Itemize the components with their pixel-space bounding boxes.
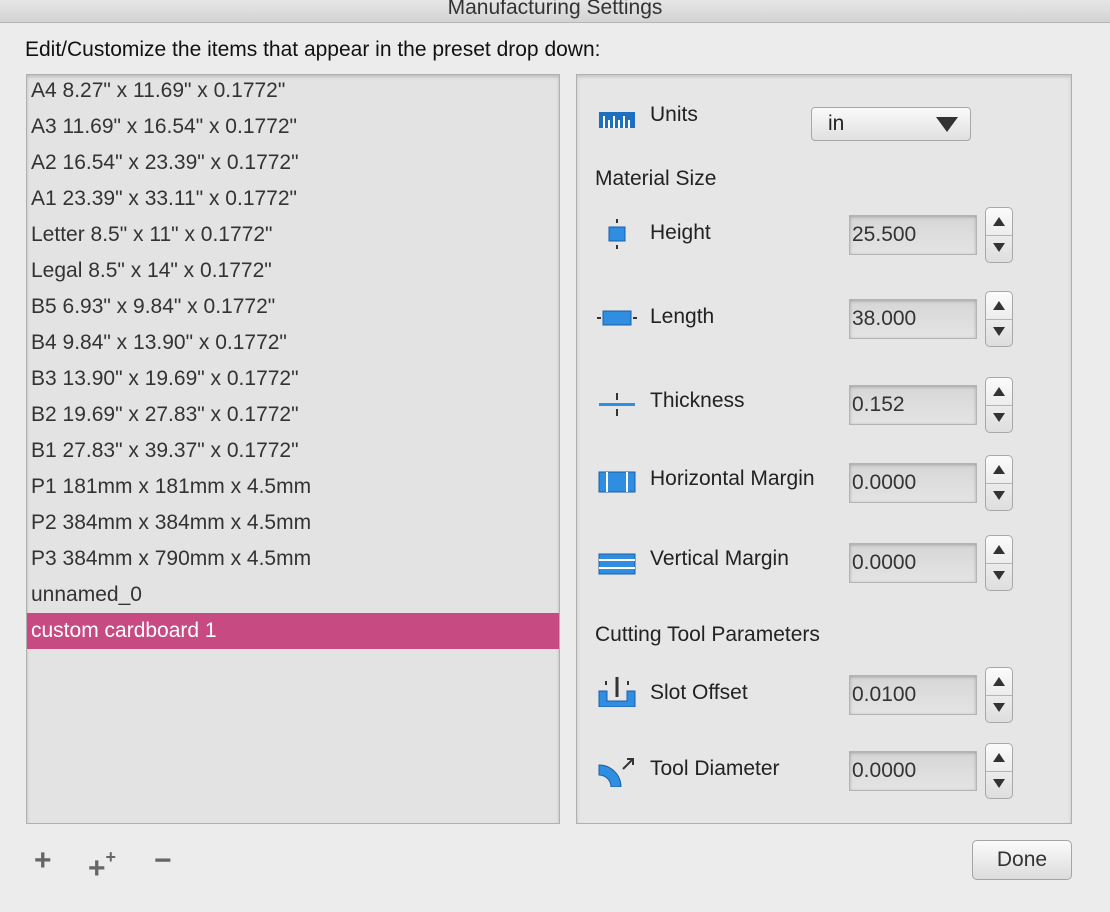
cutting-tool-heading: Cutting Tool Parameters bbox=[595, 623, 820, 646]
done-button[interactable]: Done bbox=[972, 840, 1072, 880]
preset-list[interactable]: A4 8.27" x 11.69" x 0.1772" A3 11.69" x … bbox=[26, 74, 560, 824]
remove-preset-button[interactable]: − bbox=[154, 846, 172, 876]
arrow-up-icon bbox=[993, 677, 1005, 686]
arrow-up-icon bbox=[993, 217, 1005, 226]
arrow-up-icon bbox=[993, 301, 1005, 310]
add-multiple-presets-button[interactable]: ++ bbox=[88, 846, 116, 884]
list-item[interactable]: Letter 8.5" x 11" x 0.1772" bbox=[27, 217, 559, 253]
list-item[interactable]: P1 181mm x 181mm x 4.5mm bbox=[27, 469, 559, 505]
thickness-stepper[interactable] bbox=[985, 377, 1013, 433]
list-item-selected[interactable]: custom cardboard 1 bbox=[27, 613, 559, 649]
length-icon bbox=[597, 310, 637, 326]
slot-offset-decrement-button[interactable] bbox=[986, 695, 1012, 722]
list-item[interactable]: A1 23.39" x 33.11" x 0.1772" bbox=[27, 181, 559, 217]
tool-diameter-label: Tool Diameter bbox=[650, 757, 780, 780]
units-label: Units bbox=[650, 103, 698, 126]
horizontal-margin-icon bbox=[598, 471, 636, 493]
arrow-down-icon bbox=[993, 327, 1005, 336]
chevron-down-icon bbox=[936, 117, 958, 132]
arrow-up-icon bbox=[993, 753, 1005, 762]
slot-offset-icon bbox=[598, 677, 636, 707]
height-decrement-button[interactable] bbox=[986, 235, 1012, 262]
arrow-up-icon bbox=[993, 387, 1005, 396]
title-bar: Manufacturing Settings bbox=[0, 0, 1110, 23]
window-title: Manufacturing Settings bbox=[447, 0, 663, 19]
length-label: Length bbox=[650, 305, 715, 328]
tool-diameter-input[interactable]: 0.0000 bbox=[849, 751, 977, 791]
slot-offset-increment-button[interactable] bbox=[986, 668, 1012, 696]
plus-icon: + bbox=[88, 852, 106, 885]
vertical-margin-label: Vertical Margin bbox=[650, 547, 789, 570]
arrow-down-icon bbox=[993, 243, 1005, 252]
list-item[interactable]: B5 6.93" x 9.84" x 0.1772" bbox=[27, 289, 559, 325]
list-item[interactable]: unnamed_0 bbox=[27, 577, 559, 613]
list-item[interactable]: B2 19.69" x 27.83" x 0.1772" bbox=[27, 397, 559, 433]
vertical-margin-input[interactable]: 0.0000 bbox=[849, 543, 977, 583]
thickness-increment-button[interactable] bbox=[986, 378, 1012, 406]
tool-diameter-icon bbox=[598, 758, 634, 787]
list-item[interactable]: B3 13.90" x 19.69" x 0.1772" bbox=[27, 361, 559, 397]
plus-superscript-icon: + bbox=[105, 847, 117, 867]
horizontal-margin-stepper[interactable] bbox=[985, 455, 1013, 511]
length-stepper[interactable] bbox=[985, 291, 1013, 347]
horizontal-margin-input[interactable]: 0.0000 bbox=[849, 463, 977, 503]
length-increment-button[interactable] bbox=[986, 292, 1012, 320]
tool-diameter-stepper[interactable] bbox=[985, 743, 1013, 799]
thickness-input[interactable]: 0.152 bbox=[849, 385, 977, 425]
horizontal-margin-increment-button[interactable] bbox=[986, 456, 1012, 484]
vertical-margin-decrement-button[interactable] bbox=[986, 563, 1012, 590]
slot-offset-input[interactable]: 0.0100 bbox=[849, 675, 977, 715]
units-select[interactable]: in bbox=[811, 107, 971, 141]
tool-diameter-decrement-button[interactable] bbox=[986, 771, 1012, 798]
ruler-icon bbox=[599, 112, 635, 128]
arrow-down-icon bbox=[993, 779, 1005, 788]
arrow-down-icon bbox=[993, 571, 1005, 580]
slot-offset-label: Slot Offset bbox=[650, 681, 748, 704]
vertical-margin-icon bbox=[598, 553, 636, 575]
arrow-down-icon bbox=[993, 413, 1005, 422]
length-decrement-button[interactable] bbox=[986, 319, 1012, 346]
height-input[interactable]: 25.500 bbox=[849, 215, 977, 255]
thickness-label: Thickness bbox=[650, 389, 745, 412]
settings-panel: Units in Material Size Height 25.500 Len… bbox=[576, 74, 1072, 824]
arrow-down-icon bbox=[993, 703, 1005, 712]
add-preset-button[interactable]: + bbox=[34, 846, 52, 876]
height-label: Height bbox=[650, 221, 711, 244]
units-value: in bbox=[828, 112, 845, 135]
height-stepper[interactable] bbox=[985, 207, 1013, 263]
list-item[interactable]: B1 27.83" x 39.37" x 0.1772" bbox=[27, 433, 559, 469]
list-item[interactable]: A2 16.54" x 23.39" x 0.1772" bbox=[27, 145, 559, 181]
height-icon bbox=[608, 219, 626, 249]
list-item[interactable]: B4 9.84" x 13.90" x 0.1772" bbox=[27, 325, 559, 361]
tool-diameter-increment-button[interactable] bbox=[986, 744, 1012, 772]
material-size-heading: Material Size bbox=[595, 167, 717, 190]
arrow-down-icon bbox=[993, 491, 1005, 500]
list-item[interactable]: A3 11.69" x 16.54" x 0.1772" bbox=[27, 109, 559, 145]
height-increment-button[interactable] bbox=[986, 208, 1012, 236]
arrow-up-icon bbox=[993, 545, 1005, 554]
list-item[interactable]: Legal 8.5" x 14" x 0.1772" bbox=[27, 253, 559, 289]
list-item[interactable]: P3 384mm x 790mm x 4.5mm bbox=[27, 541, 559, 577]
horizontal-margin-decrement-button[interactable] bbox=[986, 483, 1012, 510]
thickness-decrement-button[interactable] bbox=[986, 405, 1012, 432]
thickness-icon bbox=[599, 393, 635, 416]
list-item[interactable]: P2 384mm x 384mm x 4.5mm bbox=[27, 505, 559, 541]
length-input[interactable]: 38.000 bbox=[849, 299, 977, 339]
horizontal-margin-label: Horizontal Margin bbox=[650, 467, 815, 490]
arrow-up-icon bbox=[993, 465, 1005, 474]
slot-offset-stepper[interactable] bbox=[985, 667, 1013, 723]
vertical-margin-increment-button[interactable] bbox=[986, 536, 1012, 564]
list-item[interactable]: A4 8.27" x 11.69" x 0.1772" bbox=[27, 75, 559, 109]
instruction-text: Edit/Customize the items that appear in … bbox=[25, 38, 601, 61]
vertical-margin-stepper[interactable] bbox=[985, 535, 1013, 591]
